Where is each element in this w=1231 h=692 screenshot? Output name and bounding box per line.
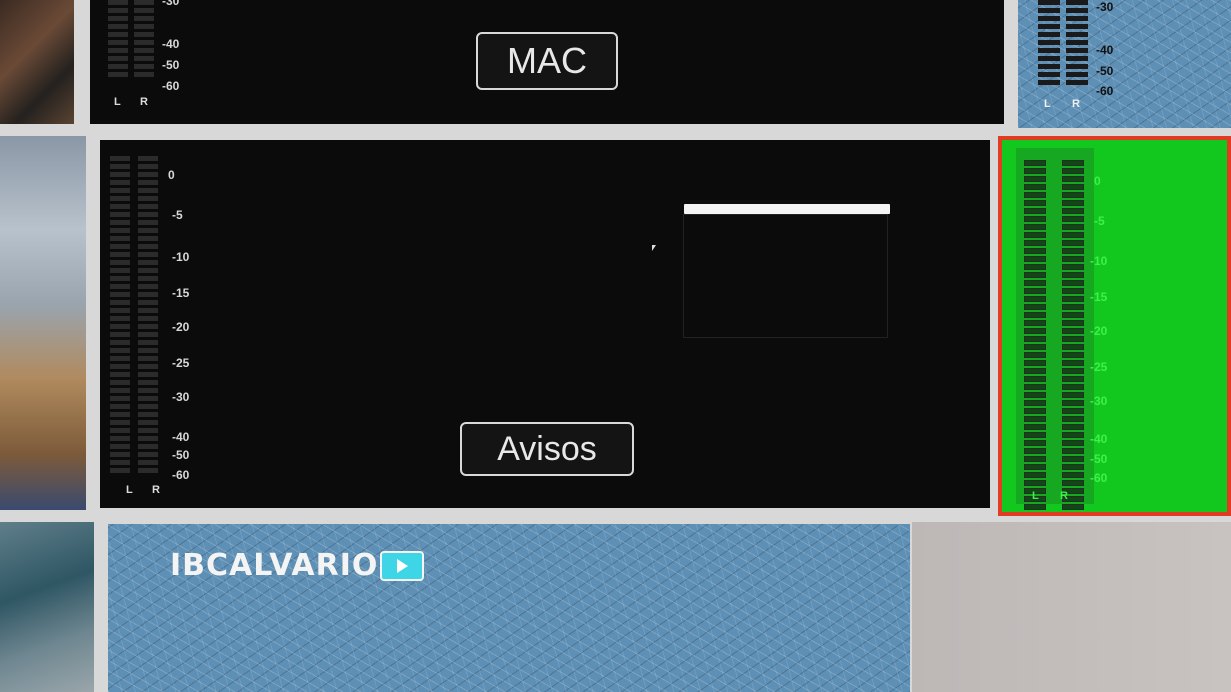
meter-label-right: R: [140, 96, 148, 108]
brand-logo: IBCALVARIO: [170, 548, 425, 583]
scale-label: -30: [172, 390, 190, 404]
scale-label: -20: [172, 320, 190, 334]
scale-label: -40: [1090, 432, 1108, 446]
scale-label: -5: [1094, 214, 1105, 228]
meter-label-left: L: [1044, 98, 1051, 110]
scale-label: 0: [168, 168, 175, 182]
active-audio-tile[interactable]: L R 0 -5 -10 -15 -20 -25 -30 -40 -50 -60: [998, 136, 1231, 516]
meter-label-right: R: [1072, 98, 1080, 110]
source-thumbnail-chairs[interactable]: [0, 522, 94, 692]
scale-label: -50: [1096, 64, 1114, 78]
mac-source-label: MAC: [476, 32, 618, 90]
scale-label: -10: [1090, 254, 1108, 268]
mac-source-tile[interactable]: L R -30 -40 -50 -60 MAC: [90, 0, 1004, 124]
scale-label: -30: [1096, 0, 1114, 14]
meter-label-left: L: [114, 96, 121, 108]
scale-label: -40: [172, 430, 190, 444]
source-thumbnail-room[interactable]: [0, 136, 86, 510]
scale-label: -25: [172, 356, 190, 370]
scale-label: -20: [1090, 324, 1108, 338]
scale-label: -30: [1090, 394, 1108, 408]
meter-label-left: L: [1032, 490, 1039, 502]
meter-label-left: L: [126, 484, 133, 496]
scale-label: -40: [162, 37, 180, 51]
scale-label: -10: [172, 250, 190, 264]
scale-label: -60: [1090, 471, 1108, 485]
scale-label: 0: [1094, 174, 1101, 188]
scale-label: -60: [172, 468, 190, 482]
empty-window-body: [683, 214, 888, 338]
logo-text: IBCALVARIO: [170, 548, 379, 583]
scale-label: -30: [162, 0, 180, 8]
mouse-cursor-icon: [652, 245, 656, 251]
scale-label: -25: [1090, 360, 1108, 374]
meter-label-right: R: [152, 484, 160, 496]
source-thumbnail-logo[interactable]: IBCALVARIO: [108, 524, 910, 692]
source-thumbnail-pattern-top[interactable]: L R -30 -40 -50 -60: [1018, 0, 1231, 128]
scale-label: -40: [1096, 43, 1114, 57]
avisos-source-label: Avisos: [460, 422, 634, 476]
scale-label: -50: [162, 58, 180, 72]
scale-label: -50: [172, 448, 190, 462]
empty-source-slot[interactable]: [912, 522, 1231, 692]
scale-label: -15: [172, 286, 190, 300]
avisos-source-tile[interactable]: L R 0 -5 -10 -15 -20 -25 -30 -40 -50 -60…: [100, 140, 990, 508]
scale-label: -60: [1096, 84, 1114, 98]
meter-label-right: R: [1060, 490, 1068, 502]
scale-label: -50: [1090, 452, 1108, 466]
scale-label: -5: [172, 208, 183, 222]
scale-label: -15: [1090, 290, 1108, 304]
empty-window-titlebar[interactable]: [684, 204, 890, 214]
source-thumbnail-guitar[interactable]: [0, 0, 74, 124]
play-icon: [380, 550, 425, 581]
scale-label: -60: [162, 79, 180, 93]
